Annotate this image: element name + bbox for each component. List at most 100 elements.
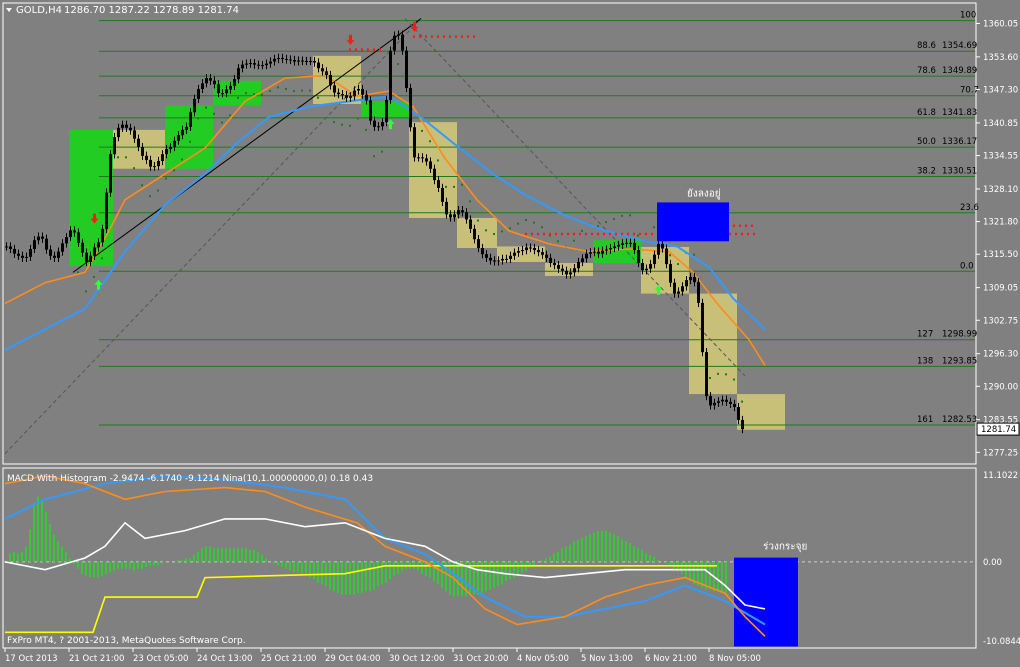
candle-body <box>573 268 576 273</box>
price-tick-label: 1360.05 <box>983 19 1018 29</box>
fib-level-value: 1293.85 <box>942 356 977 366</box>
candle-body <box>41 236 44 239</box>
time-tick-label: 24 Oct 13:00 <box>197 654 252 664</box>
candle-body <box>49 249 52 256</box>
candle-body <box>129 127 132 131</box>
candle-body <box>273 58 276 62</box>
psar-dot <box>733 378 735 381</box>
time-tick-label: 31 Oct 20:00 <box>453 654 508 664</box>
candle-body <box>465 212 468 220</box>
psar-dot <box>509 227 511 230</box>
candle-body <box>305 61 308 63</box>
candle-body <box>565 270 568 275</box>
psar-dot <box>709 376 711 379</box>
candle-body <box>93 247 96 256</box>
candle-body <box>381 122 384 127</box>
candle-body <box>437 180 440 188</box>
macd-zone-label: ร่วงกระจุย <box>763 542 807 553</box>
candle-body <box>497 260 500 262</box>
psar-dot <box>221 121 223 124</box>
candle-body <box>257 64 260 66</box>
candle-body <box>693 277 696 283</box>
psar-dot <box>365 128 367 131</box>
candle-body <box>193 98 196 113</box>
candle-body <box>581 258 584 262</box>
symbol-title: GOLD,H4 <box>16 5 62 16</box>
price-zone-box <box>657 202 729 242</box>
candle-body <box>349 96 352 98</box>
ohlc-values: 1286.70 1287.22 1278.89 1281.74 <box>64 5 239 16</box>
fib-level-label: 70.7 <box>960 86 979 96</box>
psar-dot <box>557 240 559 243</box>
macd-tick-label: -10.0844 <box>983 637 1020 647</box>
candle-body <box>353 90 356 97</box>
psar-dot <box>101 257 103 260</box>
candle-body <box>233 79 236 86</box>
candle-body <box>529 247 532 249</box>
candle-body <box>229 85 232 90</box>
candle-body <box>25 256 28 258</box>
fib-level-value: 1336.17 <box>942 137 977 147</box>
candle-body <box>397 34 400 36</box>
candle-body <box>665 248 668 265</box>
candle-body <box>689 277 692 281</box>
candle-body <box>141 146 144 156</box>
candle-body <box>733 403 736 408</box>
candle-body <box>189 112 192 127</box>
candle-body <box>673 282 676 294</box>
candle-body <box>281 57 284 59</box>
candle-body <box>345 95 348 98</box>
candle-body <box>653 254 656 265</box>
candle-body <box>329 74 332 86</box>
candle-body <box>509 255 512 259</box>
candle-body <box>237 68 240 80</box>
candle-body <box>297 60 300 62</box>
candle-body <box>217 84 220 94</box>
time-tick-label: 30 Oct 12:00 <box>389 654 444 664</box>
candle-body <box>561 268 564 271</box>
fib-level-label: 138 <box>917 356 933 366</box>
candle-body <box>293 59 296 62</box>
candle-body <box>361 88 364 95</box>
candle-body <box>69 230 72 238</box>
fib-level-label: 88.6 <box>917 41 936 51</box>
candle-body <box>597 251 600 254</box>
candle-body <box>313 61 316 63</box>
candle-body <box>741 419 744 430</box>
candle-body <box>729 401 732 404</box>
candle-body <box>645 268 648 271</box>
chart-window[interactable]: 100 88.6 1354.69 78.6 1349.89 70.7 61.8 1341.83… <box>0 0 1020 667</box>
fib-level-label: 78.6 <box>917 66 936 76</box>
current-price-label: 1281.74 <box>981 425 1016 435</box>
candle-body <box>677 291 680 294</box>
candle-body <box>133 130 136 139</box>
psar-dot <box>485 229 487 232</box>
psar-dot <box>189 140 191 143</box>
candle-body <box>153 166 156 168</box>
candle-body <box>681 286 684 292</box>
candle-body <box>617 244 620 247</box>
candle-body <box>337 92 340 95</box>
time-tick-label: 8 Nov 05:00 <box>709 654 761 664</box>
candle-body <box>421 157 424 159</box>
candle-body <box>585 253 588 259</box>
candle-body <box>481 248 484 255</box>
price-tick-label: 1302.75 <box>983 316 1018 326</box>
fib-level-value: 1298.99 <box>942 330 977 340</box>
candle-body <box>549 257 552 264</box>
candle-body <box>45 238 48 250</box>
candle-body <box>53 255 56 258</box>
price-tick-label: 1321.80 <box>983 218 1018 228</box>
candle-body <box>149 159 152 167</box>
psar-dot <box>581 229 583 232</box>
candle-body <box>65 237 68 244</box>
candle-body <box>73 230 76 233</box>
candle-body <box>213 80 216 85</box>
candle-body <box>613 246 616 249</box>
candle-body <box>325 71 328 75</box>
candle-body <box>545 254 548 258</box>
candle-body <box>357 88 360 91</box>
candle-body <box>709 396 712 406</box>
price-box-bear <box>497 246 545 262</box>
candle-body <box>601 250 604 254</box>
